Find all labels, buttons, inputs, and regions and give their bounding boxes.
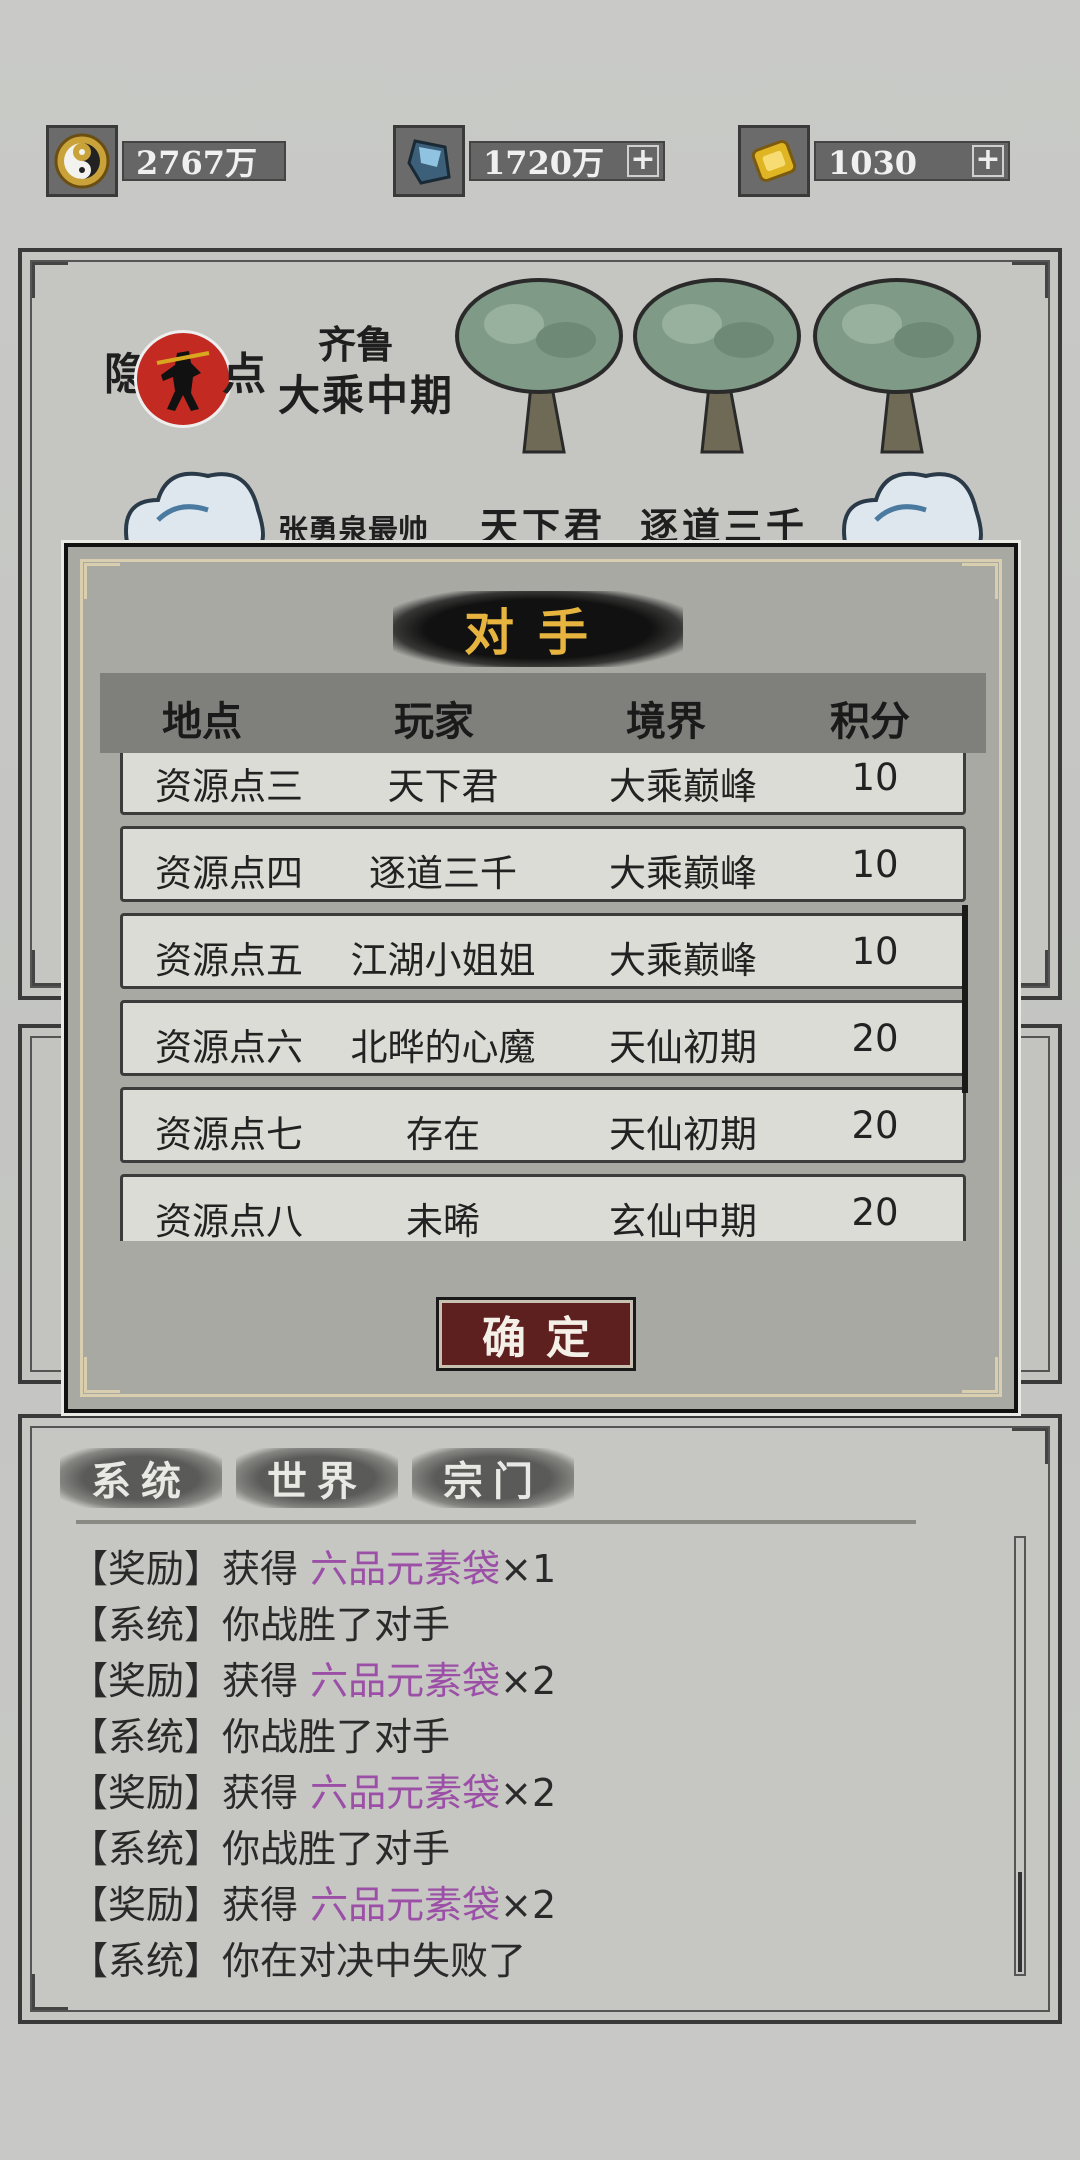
sect-owner-realm: 大乘中期 xyxy=(278,371,455,420)
chat-line: 【系统】你战胜了对手 xyxy=(70,1603,451,1647)
gold-ingot-icon xyxy=(738,125,810,197)
cloud-icon xyxy=(118,460,268,554)
column-header-place: 地点 xyxy=(162,698,242,745)
divider xyxy=(76,1520,916,1524)
tab-sect[interactable]: 宗门 xyxy=(412,1448,574,1508)
tree-icon xyxy=(632,276,802,460)
table-row[interactable]: 资源点八 未晞 玄仙中期 20 xyxy=(120,1174,966,1241)
table-row[interactable]: 资源点五 江湖小姐姐 大乘巅峰 10 xyxy=(120,913,966,989)
spirit-crystal-icon xyxy=(393,125,465,197)
chat-line: 【奖励】获得 六品元素袋×1 xyxy=(70,1547,557,1591)
table-row[interactable]: 资源点三 天下君 大乘巅峰 10 xyxy=(120,753,966,815)
currency-coins: 2767万 xyxy=(46,125,286,201)
cloud-icon xyxy=(836,460,986,554)
chat-line: 【系统】你在对决中失败了 xyxy=(70,1939,527,1983)
tree-icon xyxy=(812,276,982,460)
chat-line: 【奖励】获得 六品元素袋×2 xyxy=(70,1659,557,1703)
add-crystal-button[interactable]: + xyxy=(627,145,659,177)
currency-gold: 1030 + xyxy=(738,125,1018,201)
taiji-coin-icon xyxy=(46,125,118,197)
add-gold-button[interactable]: + xyxy=(972,145,1004,177)
column-header-player: 玩家 xyxy=(394,698,474,745)
sect-owner-name: 齐鲁 xyxy=(318,322,395,367)
table-header: 地点 玩家 境界 积分 xyxy=(100,673,986,753)
list-scrollbar[interactable] xyxy=(962,905,968,1093)
chat-line: 【奖励】获得 六品元素袋×2 xyxy=(70,1883,557,1927)
column-header-score: 积分 xyxy=(830,698,910,745)
coin-amount: 2767万 xyxy=(136,144,258,182)
gold-amount: 1030 xyxy=(828,144,918,182)
chat-line: 【系统】你战胜了对手 xyxy=(70,1715,451,1759)
column-header-realm: 境界 xyxy=(626,698,706,745)
currency-crystals: 1720万 + xyxy=(393,125,673,201)
chat-line: 【奖励】获得 六品元素袋×2 xyxy=(70,1771,557,1815)
table-row[interactable]: 资源点四 逐道三千 大乘巅峰 10 xyxy=(120,826,966,902)
tab-system[interactable]: 系统 xyxy=(60,1448,222,1508)
tab-world[interactable]: 世界 xyxy=(236,1448,398,1508)
crystal-amount: 1720万 xyxy=(483,144,605,182)
confirm-button[interactable]: 确定 xyxy=(436,1297,636,1371)
ninja-emblem-icon[interactable] xyxy=(134,330,232,428)
chat-scrollbar[interactable] xyxy=(1014,1536,1026,1976)
opponent-dialog: 对手 地点 玩家 境界 积分 资源点三 天下君 大乘巅峰 10 资源点四 逐道三… xyxy=(64,543,1018,1413)
table-row[interactable]: 资源点七 存在 天仙初期 20 xyxy=(120,1087,966,1163)
chat-line: 【系统】你战胜了对手 xyxy=(70,1827,451,1871)
dialog-title: 对手 xyxy=(393,591,683,667)
opponent-list[interactable]: 资源点三 天下君 大乘巅峰 10 资源点四 逐道三千 大乘巅峰 10 资源点五 … xyxy=(120,753,970,1241)
table-row[interactable]: 资源点六 北晔的心魔 天仙初期 20 xyxy=(120,1000,966,1076)
emblem-label-right: 点 xyxy=(222,349,266,400)
tree-icon xyxy=(454,276,624,460)
